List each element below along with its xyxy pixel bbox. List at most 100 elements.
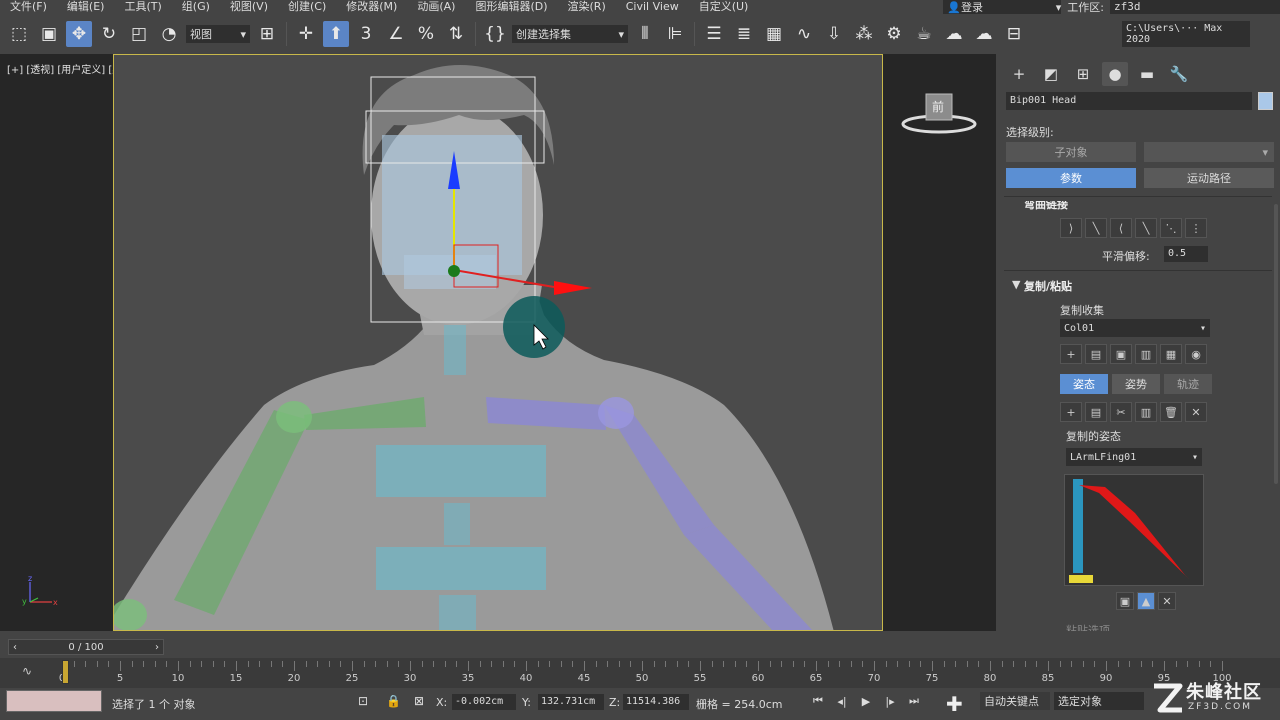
delete-collection-icon[interactable]: ▥ [1135,344,1157,364]
time-slider[interactable]: ‹ 0 / 100 › [0,637,1280,657]
curve-editor-icon[interactable]: ∿ [791,21,817,47]
paste-icon[interactable]: ✕ [1158,592,1176,610]
menu-tools[interactable]: 工具(T) [114,0,171,14]
hierarchy-tab-icon[interactable]: ⊞ [1070,62,1096,86]
menu-animation[interactable]: 动画(A) [407,0,465,14]
mirror-icon[interactable]: ⫴ [632,21,658,47]
copied-pose-dropdown[interactable]: LArmLFing01 ▾ [1066,448,1202,466]
scene-explorer-icon[interactable]: ☰ [701,21,727,47]
menu-create[interactable]: 创建(C) [278,0,336,14]
rollout-collapse-icon[interactable]: ▼ [1012,278,1020,291]
twist-mode-icon[interactable]: ╲ [1085,218,1107,238]
material-editor-icon[interactable]: ⁂ [851,21,877,47]
time-cursor[interactable] [62,660,69,684]
keyboard-shortcut-icon[interactable]: ⬆ [323,21,349,47]
save-collection-icon[interactable]: ▣ [1110,344,1132,364]
smooth-offset-spinner[interactable]: 0.5 [1164,246,1208,262]
goto-start-icon[interactable]: ⏮ [808,692,828,710]
play-icon[interactable]: ▶ [856,692,876,710]
motion-tab-icon[interactable]: ● [1102,62,1128,86]
bend-mode-icon[interactable]: ⟩ [1060,218,1082,238]
bend-links-rollout-title[interactable]: 弯曲链接 [1024,201,1068,212]
capture-snapshot-icon[interactable]: ▥ [1135,402,1157,422]
select-move-icon[interactable]: ✥ [66,21,92,47]
login-dropdown[interactable]: 👤登录 ▾ [943,0,1062,14]
y-coordinate-field[interactable]: 132.731cm [538,694,604,710]
align-icon[interactable]: ⊫ [662,21,688,47]
perspective-viewport[interactable] [113,54,883,631]
a360-icon[interactable]: ⊟ [1001,21,1027,47]
collection-dropdown[interactable]: Col01 ▾ [1060,319,1210,337]
render-setup-icon[interactable]: ⚙ [881,21,907,47]
menu-rendering[interactable]: 渲染(R) [558,0,616,14]
schematic-view-icon[interactable]: ⇩ [821,21,847,47]
delete-all-poses-icon[interactable]: ✕ [1185,402,1207,422]
parameters-button[interactable]: 参数 [1006,168,1136,188]
previous-frame-icon[interactable]: ◂| [832,692,852,710]
menu-file[interactable]: 文件(F) [0,0,57,14]
key-filter-selection[interactable]: 选定对象 [1054,692,1144,710]
bend-horizontal-icon[interactable]: ╲ [1135,218,1157,238]
goto-end-icon[interactable]: ⏭ [904,692,924,710]
select-rotate-icon[interactable]: ↻ [96,21,122,47]
maxscript-listener[interactable] [6,690,102,712]
max-load-icon[interactable]: ◉ [1185,344,1207,364]
create-tab-icon[interactable]: + [1006,62,1032,86]
reference-coord-dropdown[interactable]: 视图 ▾ [186,25,250,43]
tab-pose[interactable]: 姿态 [1060,374,1108,394]
menu-modifiers[interactable]: 修改器(M) [336,0,407,14]
sub-object-dropdown[interactable]: ▾ [1144,142,1274,162]
absolute-mode-icon[interactable]: ⊠ [414,694,424,708]
render-production-icon[interactable]: ☁ [941,21,967,47]
angle-snap-icon[interactable]: ∠ [383,21,409,47]
zero-twist-icon[interactable]: ⋮ [1185,218,1207,238]
copy-paste-rollout-title[interactable]: 复制/粘贴 [1024,278,1072,294]
auto-key-button[interactable]: 自动关键点 [980,692,1050,710]
menu-graph-editors[interactable]: 图形编辑器(D) [465,0,557,14]
rendered-frame-icon[interactable]: ☕ [911,21,937,47]
preview-toggle-icon[interactable]: ▣ [1116,592,1134,610]
copy-pose-icon[interactable]: + [1060,402,1082,422]
edit-named-sets-icon[interactable]: {} [482,21,508,47]
auto-key-toggle-icon[interactable]: ▲ [1137,592,1155,610]
tab-track[interactable]: 轨迹 [1164,374,1212,394]
select-region-icon[interactable]: ⬚ [6,21,32,47]
snaps-toggle-icon[interactable]: 3 [353,21,379,47]
workspace-dropdown[interactable]: zf3d [1110,0,1280,14]
menu-customize[interactable]: 自定义(U) [689,0,759,14]
smooth-twist-icon[interactable]: ⋱ [1160,218,1182,238]
delete-pose-icon[interactable]: 🗑 [1160,402,1182,422]
x-coordinate-field[interactable]: -0.002cm [452,694,516,710]
select-scale-icon[interactable]: ◰ [126,21,152,47]
command-panel-scrollbar[interactable] [1274,204,1278,484]
motion-paths-button[interactable]: 运动路径 [1144,168,1274,188]
select-manipulate-icon[interactable]: ✛ [293,21,319,47]
create-collection-icon[interactable]: + [1060,344,1082,364]
z-coordinate-field[interactable]: 11514.386 [623,694,689,710]
menu-views[interactable]: 视图(V) [220,0,278,14]
object-color-swatch[interactable] [1258,92,1273,110]
spinner-snap-icon[interactable]: ⇅ [443,21,469,47]
load-collection-icon[interactable]: ▤ [1085,344,1107,364]
object-name-field[interactable]: Bip001 Head [1006,92,1252,110]
lock-icon[interactable]: 🔒 [386,694,401,708]
place-icon[interactable]: ◔ [156,21,182,47]
toggle-ribbon-icon[interactable]: ▦ [761,21,787,47]
menu-edit[interactable]: 编辑(E) [57,0,115,14]
project-path-field[interactable]: C:\Users\··· Max 2020 [1122,21,1250,47]
next-frame-icon[interactable]: |▸ [880,692,900,710]
named-selection-dropdown[interactable]: 创建选择集 ▾ [512,25,628,43]
percent-snap-icon[interactable]: % [413,21,439,47]
window-crossing-icon[interactable]: ▣ [36,21,62,47]
track-bar[interactable]: ∿ 05101520253035404550556065707580859095… [0,658,1280,688]
display-tab-icon[interactable]: ▬ [1134,62,1160,86]
set-key-icon[interactable]: ✚ [946,692,963,716]
paste-opposite-icon[interactable]: ✂ [1110,402,1132,422]
viewcube[interactable]: 前 [900,88,978,138]
sub-object-button[interactable]: 子对象 [1006,142,1136,162]
modify-tab-icon[interactable]: ◩ [1038,62,1064,86]
layer-explorer-icon[interactable]: ≣ [731,21,757,47]
utilities-tab-icon[interactable]: 🔧 [1166,62,1192,86]
menu-civil-view[interactable]: Civil View [616,0,689,14]
tab-posture[interactable]: 姿势 [1112,374,1160,394]
